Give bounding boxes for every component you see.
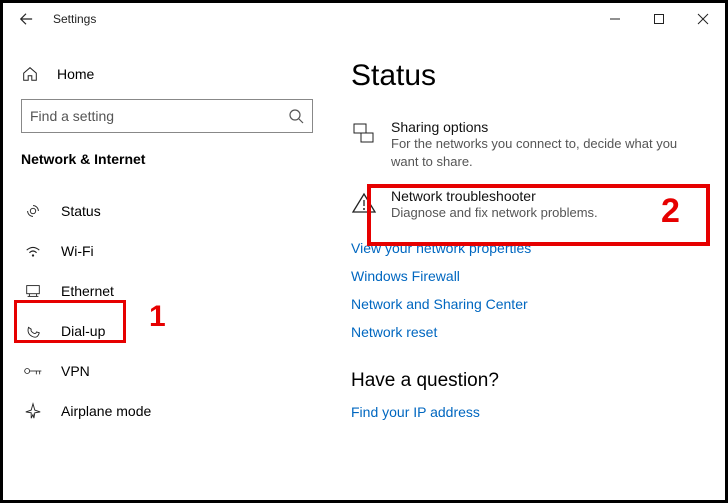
sidebar-section-title: Network & Internet xyxy=(21,151,315,167)
sidebar-item-label: Airplane mode xyxy=(61,403,151,419)
link-windows-firewall[interactable]: Windows Firewall xyxy=(351,268,699,284)
sidebar: Home Find a setting Network & Internet S… xyxy=(3,35,333,500)
link-network-properties[interactable]: View your network properties xyxy=(351,240,699,256)
dialup-icon xyxy=(23,322,43,340)
option-subtitle: Diagnose and fix network problems. xyxy=(391,204,699,222)
wifi-icon xyxy=(23,242,43,260)
search-icon xyxy=(288,108,304,124)
sidebar-item-airplane[interactable]: Airplane mode xyxy=(21,391,315,431)
titlebar: Settings xyxy=(3,3,725,35)
search-input[interactable]: Find a setting xyxy=(21,99,313,133)
option-subtitle: For the networks you connect to, decide … xyxy=(391,135,699,170)
page-title: Status xyxy=(351,59,699,93)
home-icon xyxy=(21,65,39,83)
sidebar-item-wifi[interactable]: Wi-Fi xyxy=(21,231,315,271)
sidebar-item-ethernet[interactable]: Ethernet xyxy=(21,271,315,311)
close-button[interactable] xyxy=(681,3,725,35)
sidebar-home[interactable]: Home xyxy=(21,65,315,83)
sidebar-item-vpn[interactable]: VPN xyxy=(21,351,315,391)
home-label: Home xyxy=(57,66,94,82)
airplane-icon xyxy=(23,402,43,420)
link-network-reset[interactable]: Network reset xyxy=(351,324,699,340)
sidebar-item-status[interactable]: Status xyxy=(21,191,315,231)
window-title: Settings xyxy=(53,12,96,26)
link-find-ip[interactable]: Find your IP address xyxy=(351,404,699,420)
window-controls xyxy=(593,3,725,35)
maximize-button[interactable] xyxy=(637,3,681,35)
minimize-button[interactable] xyxy=(593,3,637,35)
option-title: Network troubleshooter xyxy=(391,188,699,204)
sidebar-item-dialup[interactable]: Dial-up xyxy=(21,311,315,351)
sharing-icon xyxy=(351,119,391,170)
sidebar-item-label: Dial-up xyxy=(61,323,105,339)
sidebar-item-label: Wi-Fi xyxy=(61,243,94,259)
vpn-icon xyxy=(23,362,43,380)
sidebar-item-label: VPN xyxy=(61,363,90,379)
option-sharing[interactable]: Sharing options For the networks you con… xyxy=(351,119,699,170)
search-placeholder: Find a setting xyxy=(30,108,288,124)
question-heading: Have a question? xyxy=(351,370,699,392)
ethernet-icon xyxy=(23,282,43,300)
link-network-sharing-center[interactable]: Network and Sharing Center xyxy=(351,296,699,312)
option-title: Sharing options xyxy=(391,119,699,135)
settings-window: Settings Home Find a setting xyxy=(0,0,728,503)
main-panel: Status Sharing options For the networks … xyxy=(333,35,725,500)
status-icon xyxy=(23,202,43,220)
option-troubleshooter[interactable]: Network troubleshooter Diagnose and fix … xyxy=(351,188,699,222)
sidebar-item-label: Ethernet xyxy=(61,283,114,299)
sidebar-item-label: Status xyxy=(61,203,101,219)
back-icon[interactable] xyxy=(19,12,33,26)
warning-icon xyxy=(351,188,391,222)
